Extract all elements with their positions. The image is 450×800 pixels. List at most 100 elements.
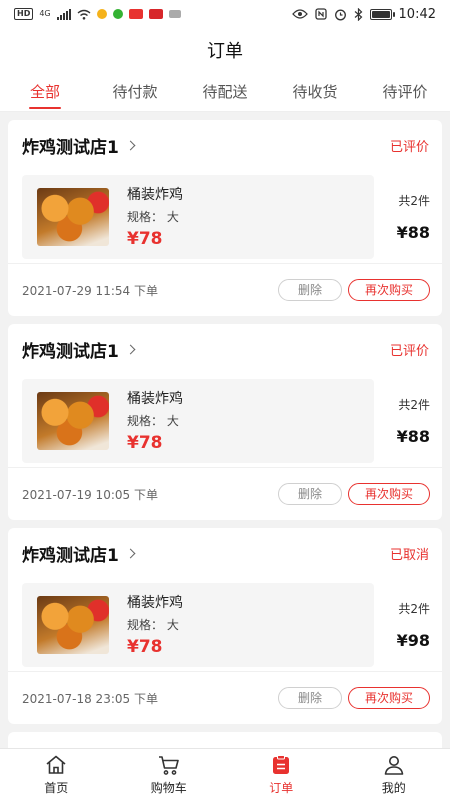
order-date: 2021-07-19 10:05 下单 — [22, 487, 158, 502]
status-right: 10:42 — [291, 6, 436, 22]
goods-name: 桶装炸鸡 — [127, 187, 183, 203]
order-status: 已评价 — [389, 139, 429, 155]
goods-price: ¥78 — [127, 433, 163, 453]
tabbar-label: 购物车 — [150, 781, 187, 795]
tab-label: 全部 — [29, 83, 60, 101]
alarm-icon — [334, 9, 346, 20]
order-total: ¥98 — [396, 630, 430, 650]
goods-spec: 规格： 大 — [127, 618, 179, 632]
shop-link[interactable]: 炸鸡测试店1 — [22, 337, 136, 362]
shop-name: 炸鸡测试店1 — [22, 341, 119, 362]
bottom-tabbar: 首页 购物车 订单 我的 — [0, 748, 450, 800]
order-card-body[interactable]: 桶装炸鸡 规格： 大 ¥78 共2件 ¥88 — [8, 170, 442, 264]
buy-again-button[interactable]: 再次购买 — [348, 687, 430, 709]
order-list[interactable]: 炸鸡测试店1 已评价 桶装炸鸡 规格： 大 ¥78 共2件 ¥88 2021-0… — [0, 112, 450, 748]
news-icon — [128, 9, 143, 19]
app-icon — [168, 10, 181, 18]
shop-link[interactable]: 炸鸡测试店1 — [22, 541, 136, 566]
delete-button[interactable]: 删除 — [278, 483, 342, 505]
buy-again-button[interactable]: 再次购买 — [348, 483, 430, 505]
battery-icon — [369, 8, 395, 20]
status-time: 10:42 — [398, 6, 436, 22]
order-card-header: 炸鸡测试店1 已评价 — [8, 324, 442, 374]
buy-again-button[interactable]: 再次购买 — [348, 279, 430, 301]
signal-icon — [56, 8, 71, 20]
order-card-footer: 2021-07-18 23:05 下单 删除 再次购买 — [8, 672, 442, 724]
fried-chicken-image — [37, 187, 109, 246]
order-summary: 共2件 ¥98 — [374, 583, 430, 667]
order-card-body[interactable]: 桶装炸鸡 规格： 大 ¥78 共2件 ¥98 — [8, 578, 442, 672]
page-title: 订单 — [0, 28, 450, 72]
order-card[interactable]: 炸鸡测试店1 已评价 桶装炸鸡 规格： 大 ¥78 共2件 ¥88 2021-0… — [8, 324, 442, 520]
tabbar-cart[interactable]: 购物车 — [113, 749, 226, 800]
order-icon — [273, 755, 290, 774]
delete-button[interactable]: 删除 — [278, 687, 342, 709]
home-icon — [46, 755, 66, 774]
hd-icon: HD — [14, 8, 34, 20]
goods-price: ¥78 — [127, 637, 163, 657]
order-summary: 共2件 ¥88 — [374, 379, 430, 463]
tabbar-home[interactable]: 首页 — [0, 749, 113, 800]
tab-label: 待配送 — [202, 83, 248, 101]
tab-pending-receipt[interactable]: 待收货 — [270, 72, 360, 111]
tab-pending-payment[interactable]: 待付款 — [90, 72, 180, 111]
item-count: 共2件 — [398, 601, 430, 616]
order-card-partial[interactable] — [8, 732, 442, 748]
shop-name: 炸鸡测试店1 — [22, 545, 119, 566]
delete-button[interactable]: 删除 — [278, 279, 342, 301]
fried-chicken-image — [37, 595, 109, 654]
tabbar-orders[interactable]: 订单 — [225, 749, 338, 800]
order-actions: 删除 再次购买 — [278, 483, 430, 505]
status-bar: HD 4G 10:42 — [0, 0, 450, 28]
tab-all[interactable]: 全部 — [0, 72, 90, 111]
order-summary: 共2件 ¥88 — [374, 175, 430, 259]
goods-info: 桶装炸鸡 规格： 大 ¥78 — [127, 592, 183, 657]
order-total: ¥88 — [396, 222, 430, 242]
wifi-icon — [77, 9, 91, 20]
eye-icon — [291, 9, 308, 19]
goods-info: 桶装炸鸡 规格： 大 ¥78 — [127, 184, 183, 249]
chevron-right-icon — [125, 548, 136, 559]
fried-chicken-image — [37, 391, 109, 450]
shop-name: 炸鸡测试店1 — [22, 137, 119, 158]
order-card-footer: 2021-07-29 11:54 下单 删除 再次购买 — [8, 264, 442, 316]
goods-price: ¥78 — [127, 229, 163, 249]
order-date: 2021-07-18 23:05 下单 — [22, 691, 158, 706]
goods-item[interactable]: 桶装炸鸡 规格： 大 ¥78 — [22, 174, 374, 259]
order-status: 已取消 — [389, 547, 429, 563]
order-card[interactable]: 炸鸡测试店1 已取消 桶装炸鸡 规格： 大 ¥78 共2件 ¥98 2021-0… — [8, 528, 442, 724]
goods-spec: 规格： 大 — [127, 414, 179, 428]
tabbar-profile[interactable]: 我的 — [338, 749, 450, 800]
tabbar-label: 我的 — [381, 781, 406, 795]
order-card-header: 炸鸡测试店1 已评价 — [8, 120, 442, 170]
chevron-right-icon — [125, 344, 136, 355]
order-card-header: 炸鸡测试店1 已取消 — [8, 528, 442, 578]
profile-icon — [384, 756, 404, 775]
goods-name: 桶装炸鸡 — [127, 391, 183, 407]
nfc-icon — [314, 8, 327, 20]
order-card-body[interactable]: 桶装炸鸡 规格： 大 ¥78 共2件 ¥88 — [8, 374, 442, 468]
order-card[interactable]: 炸鸡测试店1 已评价 桶装炸鸡 规格： 大 ¥78 共2件 ¥88 2021-0… — [8, 120, 442, 316]
status-left: HD 4G — [14, 8, 181, 20]
wechat-icon — [112, 9, 123, 19]
goods-item[interactable]: 桶装炸鸡 规格： 大 ¥78 — [22, 378, 374, 463]
goods-item[interactable]: 桶装炸鸡 规格： 大 ¥78 — [22, 582, 374, 667]
stock-icon — [148, 9, 163, 19]
order-tabs: 全部 待付款 待配送 待收货 待评价 — [0, 72, 450, 112]
tabbar-label: 首页 — [44, 781, 69, 795]
order-status: 已评价 — [389, 343, 429, 359]
goods-info: 桶装炸鸡 规格： 大 ¥78 — [127, 388, 183, 453]
order-actions: 删除 再次购买 — [278, 687, 430, 709]
tab-pending-review[interactable]: 待评价 — [360, 72, 450, 111]
order-card-footer: 2021-07-19 10:05 下单 删除 再次购买 — [8, 468, 442, 520]
chevron-right-icon — [125, 140, 136, 151]
tab-label: 待评价 — [382, 83, 428, 101]
item-count: 共2件 — [398, 397, 430, 412]
cart-icon — [158, 756, 179, 775]
shop-link[interactable]: 炸鸡测试店1 — [22, 133, 136, 158]
order-actions: 删除 再次购买 — [278, 279, 430, 301]
tab-pending-delivery[interactable]: 待配送 — [180, 72, 270, 111]
order-total: ¥88 — [396, 426, 430, 446]
tab-label: 待收货 — [292, 83, 338, 101]
item-count: 共2件 — [398, 193, 430, 208]
